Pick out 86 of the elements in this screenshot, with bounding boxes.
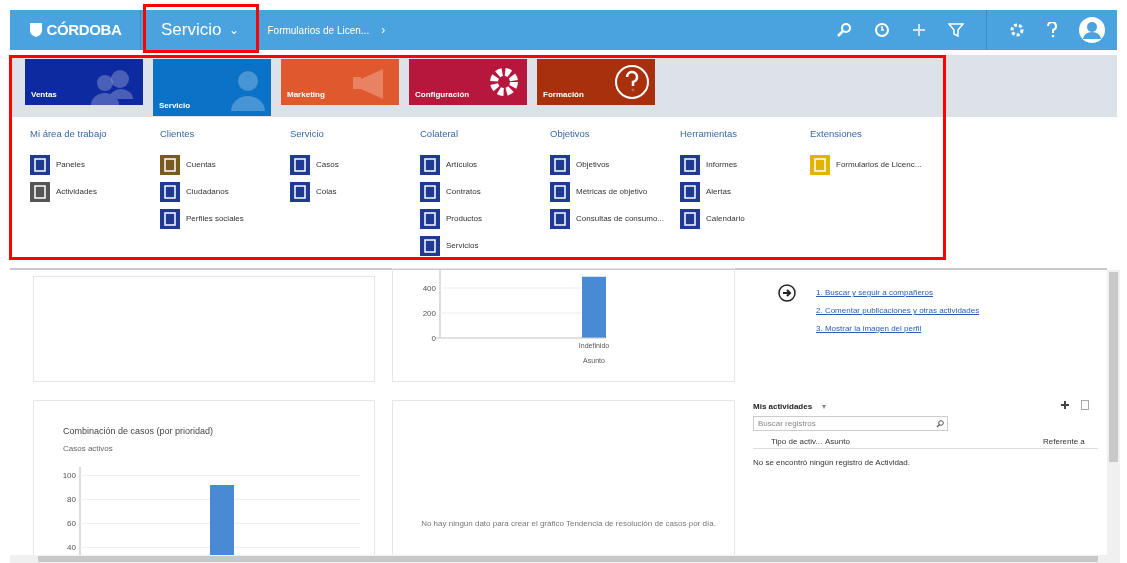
menu-item[interactable]: Informes	[680, 151, 810, 179]
search-field[interactable]: Buscar registros	[753, 416, 948, 431]
menu-item[interactable]: Paneles	[30, 151, 160, 179]
caret-icon: ⌄	[229, 21, 240, 39]
menu-item[interactable]: Calendario	[680, 205, 810, 233]
shield-icon	[28, 22, 43, 38]
menu-item[interactable]: Consultas de consumo...	[550, 205, 680, 233]
module-icon	[550, 154, 570, 175]
menu-item[interactable]: Contratos	[420, 178, 550, 206]
search-icon[interactable]	[936, 420, 944, 428]
megaphone-icon	[353, 69, 383, 99]
module-icon	[810, 154, 830, 175]
tick-label: 40	[67, 543, 76, 553]
column-header[interactable]: Referente a	[1043, 436, 1098, 448]
area-tile[interactable]: Marketing	[281, 59, 399, 105]
menu-item[interactable]: Formularios de Licenc...	[810, 151, 940, 179]
menu-item[interactable]: Actividades	[30, 178, 160, 206]
chart-subtitle: Casos activos	[63, 443, 113, 455]
module-icon	[30, 181, 50, 202]
area-tile[interactable]: Formación	[537, 59, 655, 105]
column-header[interactable]: Tipo de activ...	[753, 436, 825, 448]
people-icon	[91, 70, 133, 105]
menu-item[interactable]: Casos	[290, 151, 420, 179]
step-link[interactable]: 2. Comentar publicaciones y otras actividades	[816, 305, 980, 317]
area-tile[interactable]: Configuración	[409, 59, 527, 105]
tick-label: 100	[62, 471, 76, 481]
area-tile[interactable]: Servicio	[153, 59, 271, 116]
tick-label: 60	[67, 519, 76, 529]
module-icon	[680, 154, 700, 175]
menu-item[interactable]: Perfiles sociales	[160, 205, 290, 233]
avatar-icon[interactable]	[1079, 17, 1105, 43]
module-icon	[30, 154, 50, 175]
module-icon	[680, 208, 700, 229]
group-heading: Mi área de trabajo	[30, 127, 108, 141]
gear-icon	[490, 68, 518, 96]
empty-message: No se encontró ningún registro de Actividad.	[753, 457, 910, 469]
group-heading: Objetivos	[550, 127, 591, 141]
module-icon	[550, 208, 570, 229]
chevron-icon: ›	[381, 21, 386, 39]
clock-icon[interactable]	[874, 22, 890, 38]
empty-chart-message: No hay ningún dato para crear el gráfico Tendencia de resolución de casos por día.	[420, 518, 717, 530]
filter-icon[interactable]	[948, 23, 964, 37]
step-link[interactable]: 1. Buscar y seguir a compañeros	[816, 287, 980, 299]
group-heading: Servicio	[290, 127, 325, 141]
chart-title: Combinación de casos (por prioridad)	[63, 425, 214, 438]
tick-label: 400	[422, 284, 436, 293]
horizontal-scrollbar[interactable]	[10, 555, 1120, 563]
menu-item[interactable]: Métricas de objetivo	[550, 178, 680, 206]
area-tile[interactable]: Ventas	[25, 59, 143, 105]
module-icon	[160, 208, 180, 229]
module-icon	[290, 154, 310, 175]
tick-label: 80	[67, 495, 76, 505]
help-icon[interactable]	[1047, 22, 1057, 38]
module-icon	[290, 181, 310, 202]
group-heading: Extensiones	[810, 127, 863, 141]
list-icon[interactable]	[1081, 400, 1089, 410]
module-icon	[680, 181, 700, 202]
menu-item[interactable]: Artículos	[420, 151, 550, 179]
module-icon	[420, 235, 440, 256]
module-icon	[550, 181, 570, 202]
tick-label: 200	[422, 309, 436, 318]
menu-item[interactable]: Productos	[420, 205, 550, 233]
plus-icon[interactable]	[1060, 400, 1070, 410]
group-heading: Herramientas	[680, 127, 739, 141]
group-heading: Clientes	[160, 127, 196, 141]
tick-label: 0	[431, 334, 436, 343]
activities-title[interactable]: Mis actividades ▾	[753, 401, 827, 413]
vertical-scrollbar[interactable]	[1107, 270, 1120, 555]
module-icon	[160, 181, 180, 202]
step-link[interactable]: 3. Mostrar la imagen del perfil	[816, 323, 980, 335]
module-icon	[420, 154, 440, 175]
menu-item[interactable]: Colas	[290, 178, 420, 206]
column-header[interactable]: Asunto	[825, 436, 1043, 448]
settings-icon[interactable]	[1009, 22, 1025, 38]
menu-item[interactable]: Cuentas	[160, 151, 290, 179]
group-heading: Colateral	[420, 127, 460, 141]
menu-item[interactable]: Servicios	[420, 232, 550, 260]
person-icon	[231, 71, 265, 111]
module-icon	[160, 154, 180, 175]
question-icon	[615, 65, 649, 99]
module-icon	[420, 208, 440, 229]
menu-item[interactable]: Objetivos	[550, 151, 680, 179]
module-icon	[420, 181, 440, 202]
arrow-circle-icon	[778, 284, 796, 302]
menu-item[interactable]: Ciudadanos	[160, 178, 290, 206]
menu-item[interactable]: Alertas	[680, 178, 810, 206]
